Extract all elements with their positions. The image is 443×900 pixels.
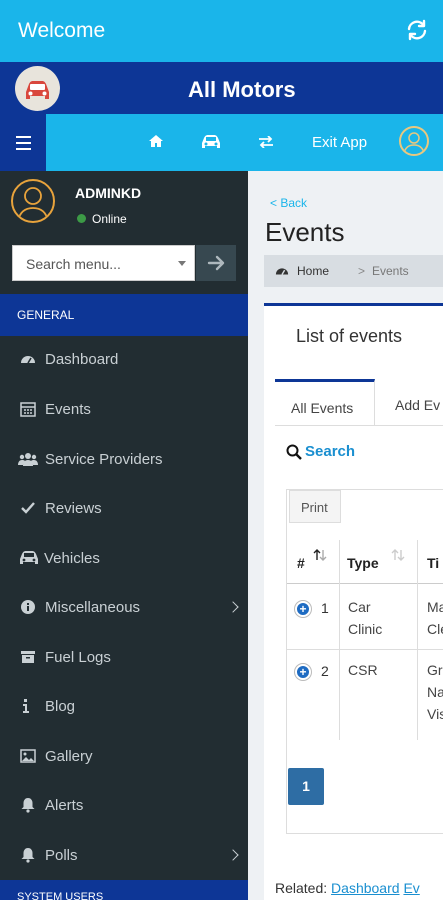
sidebar-item-label: Vehicles — [44, 550, 100, 567]
app-bar: Welcome — [0, 0, 443, 62]
sidebar-item-label: Gallery — [45, 748, 93, 765]
search-icon — [286, 444, 302, 460]
sidebar-item-label: Fuel Logs — [45, 649, 111, 666]
check-icon — [20, 500, 36, 516]
app-title: Welcome — [18, 19, 106, 42]
calendar-icon — [20, 401, 36, 417]
sidebar-item-gallery[interactable]: Gallery — [0, 734, 248, 780]
arrow-right-icon — [207, 255, 225, 271]
info-icon — [20, 698, 36, 714]
row-type: Car Clinic — [348, 599, 383, 637]
column-header-number[interactable]: # — [297, 555, 305, 571]
user-name: ADMINKD — [75, 185, 142, 201]
exit-app-link[interactable]: Exit App — [312, 134, 367, 151]
tabs: All Events Add Ev — [275, 379, 443, 426]
sidebar-item-label: Blog — [45, 698, 76, 715]
card-title: List of events — [296, 326, 403, 346]
avatar — [11, 179, 55, 223]
row-type: CSR — [348, 662, 378, 678]
dashboard-icon — [20, 351, 36, 367]
sidebar-item-label: Miscellaneous — [45, 599, 141, 616]
related-label: Related: — [275, 880, 328, 896]
pagination-page-button[interactable]: 1 — [288, 768, 324, 805]
online-status-icon — [77, 214, 86, 223]
sidebar-item-label: Reviews — [45, 500, 102, 517]
image-icon — [20, 748, 36, 764]
sidebar-item-label: Polls — [45, 847, 78, 864]
sidebar-item-dashboard[interactable]: Dashboard — [0, 337, 248, 383]
column-header-type[interactable]: Type — [347, 555, 379, 571]
events-table: Print # Type Ti + 1 CarClinic MaCle — [286, 489, 443, 834]
section-general: GENERAL — [0, 294, 248, 336]
sidebar-item-alerts[interactable]: Alerts — [0, 783, 248, 829]
expand-row-icon[interactable]: + — [295, 601, 311, 617]
search-menu-select[interactable]: Search menu... — [12, 245, 195, 281]
search-label: Search — [305, 443, 356, 460]
breadcrumb-home[interactable]: Home — [297, 264, 329, 278]
bell-icon — [20, 847, 36, 863]
sidebar-item-events[interactable]: Events — [0, 387, 248, 433]
print-button[interactable]: Print — [289, 490, 341, 523]
bell-icon — [20, 797, 36, 813]
sidebar-item-miscellaneous[interactable]: Miscellaneous — [0, 585, 248, 631]
sort-asc-icon[interactable] — [313, 548, 327, 562]
sidebar-item-polls[interactable]: Polls — [0, 833, 248, 879]
user-panel: ADMINKD Online — [0, 171, 248, 241]
expand-row-icon[interactable]: + — [295, 664, 311, 680]
sidebar-item-label: Service Providers — [45, 451, 163, 468]
search-go-button[interactable] — [196, 245, 236, 281]
related-dashboard-link[interactable]: Dashboard — [331, 880, 400, 896]
row-title: MaCle — [427, 599, 443, 637]
exchange-icon[interactable] — [258, 136, 274, 148]
row-title: Gr Na Vis — [427, 662, 443, 722]
column-header-title[interactable]: Ti — [427, 555, 439, 571]
row-number: 1 — [321, 600, 329, 616]
car-logo-icon — [15, 66, 60, 111]
dashboard-icon — [275, 264, 289, 278]
table-row[interactable]: + 1 CarClinic MaCle — [287, 585, 443, 650]
brand-name: All Motors — [188, 77, 296, 102]
top-nav: Exit App — [0, 114, 443, 171]
car-icon[interactable] — [200, 133, 222, 150]
info-circle-icon — [20, 599, 36, 615]
tab-all-events[interactable]: All Events — [275, 379, 375, 426]
section-system-users: SYSTEM USERS — [0, 880, 248, 900]
sidebar-item-label: Dashboard — [45, 351, 119, 368]
user-status: Online — [92, 212, 127, 226]
sidebar-item-blog[interactable]: Blog — [0, 684, 248, 730]
user-avatar-icon[interactable] — [399, 126, 429, 156]
sidebar-item-vehicles[interactable]: Vehicles — [0, 536, 248, 582]
chevron-right-icon — [227, 601, 239, 613]
brand-bar: All Motors — [0, 62, 443, 114]
row-number: 2 — [321, 663, 329, 679]
sidebar-item-reviews[interactable]: Reviews — [0, 486, 248, 532]
refresh-icon[interactable] — [405, 18, 429, 42]
menu-toggle-icon[interactable] — [0, 114, 46, 171]
search-menu-placeholder: Search menu... — [26, 256, 121, 272]
breadcrumb-current: Events — [372, 264, 409, 278]
chevron-right-icon — [227, 849, 239, 861]
users-icon — [18, 451, 38, 467]
sidebar-item-label: Alerts — [45, 797, 84, 814]
caret-down-icon — [178, 261, 186, 266]
sidebar-item-service-providers[interactable]: Service Providers — [0, 437, 248, 483]
back-link[interactable]: < Back — [270, 196, 307, 210]
breadcrumb-separator: > — [358, 264, 366, 278]
related-events-link[interactable]: Ev — [403, 880, 419, 896]
table-header: # Type Ti — [287, 540, 443, 584]
table-row[interactable]: + 2 CSR Gr Na Vis — [287, 651, 443, 739]
breadcrumb: Home > Events — [264, 255, 443, 287]
page-title: Events — [265, 217, 345, 247]
tab-add-event[interactable]: Add Ev — [395, 397, 440, 413]
home-icon[interactable] — [148, 133, 164, 149]
sidebar-item-fuel-logs[interactable]: Fuel Logs — [0, 635, 248, 681]
main-content: < Back Events Home > Events List of even… — [248, 171, 443, 900]
sort-icon[interactable] — [391, 548, 405, 562]
sidebar: ADMINKD Online Search menu... GENERAL Da… — [0, 171, 248, 900]
car-icon — [19, 550, 39, 566]
inbox-icon — [20, 649, 36, 665]
sidebar-item-label: Events — [45, 401, 91, 418]
related-links: Related: Dashboard Ev — [275, 880, 420, 896]
events-card: List of events All Events Add Ev Search … — [264, 303, 443, 900]
